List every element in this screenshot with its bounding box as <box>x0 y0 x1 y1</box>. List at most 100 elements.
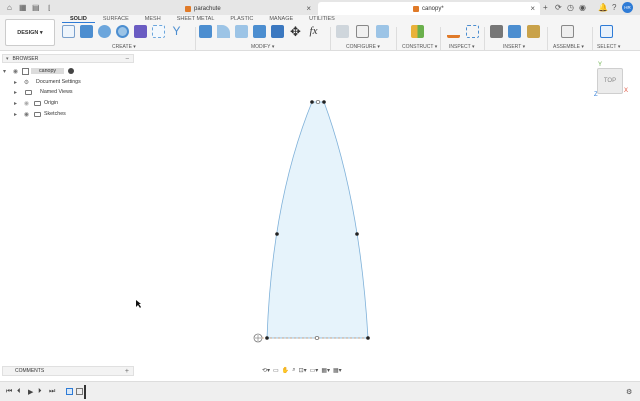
sketch-midpoint[interactable] <box>315 99 321 105</box>
tab-surface[interactable]: SURFACE <box>95 15 137 23</box>
sketch-point[interactable] <box>265 336 269 340</box>
move-icon[interactable]: ✥ <box>289 25 302 38</box>
chamfer-icon[interactable] <box>235 25 248 38</box>
chevron-right-icon[interactable]: ▸ <box>14 89 22 96</box>
revolve-icon[interactable] <box>98 25 111 38</box>
tab-manage[interactable]: MANAGE <box>261 15 301 23</box>
tree-item[interactable]: ▸ Named Views <box>14 87 73 97</box>
offset-plane-icon[interactable] <box>411 25 424 38</box>
tab-solid[interactable]: SOLID <box>62 15 95 23</box>
group-create[interactable]: CREATE ▾ <box>112 44 136 50</box>
group-assemble[interactable]: ASSEMBLE ▾ <box>553 44 584 50</box>
tab-plastic[interactable]: PLASTIC <box>222 15 261 23</box>
canopy-profile[interactable] <box>266 101 369 339</box>
shell-icon[interactable] <box>253 25 266 38</box>
configure-rules-icon[interactable] <box>376 25 389 38</box>
sketch-point[interactable] <box>322 100 326 104</box>
comments-panel[interactable]: COMMENTS + <box>2 366 134 376</box>
extrude-icon[interactable] <box>80 25 93 38</box>
chevron-right-icon[interactable]: ▸ <box>14 100 22 107</box>
tab-sheet-metal[interactable]: SHEET METAL <box>169 15 223 23</box>
form-icon[interactable]: Y <box>170 25 183 38</box>
origin-icon[interactable] <box>253 333 263 343</box>
tab-utilities[interactable]: UTILITIES <box>301 15 343 23</box>
chevron-down-icon[interactable]: ▾ <box>3 68 11 75</box>
tree-item[interactable]: ▸ ◉ Origin <box>14 98 58 108</box>
fillet-icon[interactable] <box>217 25 230 38</box>
section-analysis-icon[interactable] <box>466 25 479 38</box>
tab-parachute[interactable]: parachute × <box>50 2 316 15</box>
eye-icon[interactable]: ◉ <box>22 111 31 118</box>
step-forward-icon[interactable]: ⏵ <box>38 388 42 396</box>
combine-icon[interactable] <box>271 25 284 38</box>
tab-canopy[interactable]: canopy* × <box>318 2 540 15</box>
expand-icon[interactable]: ▾ <box>6 56 9 62</box>
chevron-right-icon[interactable]: ▸ <box>14 111 22 118</box>
look-at-icon[interactable]: ▭ <box>273 367 279 374</box>
zoom-icon[interactable]: ⌕ <box>292 367 295 374</box>
tree-item[interactable]: ▸ ⚙ Document Settings <box>14 77 81 87</box>
eye-icon[interactable]: ◉ <box>11 68 20 75</box>
select-icon[interactable] <box>600 25 613 38</box>
measure-icon[interactable] <box>447 25 460 38</box>
extensions-icon[interactable]: ⟳ <box>555 0 562 15</box>
grid-menu-icon[interactable]: ▦ <box>19 0 27 15</box>
group-select[interactable]: SELECT ▾ <box>597 44 620 50</box>
collapse-panel-icon[interactable]: – <box>126 56 129 62</box>
eye-hidden-icon[interactable]: ◉ <box>22 100 31 107</box>
active-radio-icon[interactable] <box>68 68 75 74</box>
timeline-feature-icon[interactable] <box>76 388 83 395</box>
gear-icon[interactable]: ⚙ <box>626 388 632 396</box>
browser-panel-header[interactable]: ▾ BROWSER – <box>2 54 134 63</box>
insert-derive-icon[interactable] <box>490 25 503 38</box>
fit-icon[interactable]: ⊡▾ <box>299 367 307 374</box>
viewcube[interactable]: TOP <box>597 68 623 94</box>
display-settings-icon[interactable]: ▭▾ <box>310 367 319 374</box>
chevron-right-icon[interactable]: ▸ <box>14 79 22 86</box>
tree-root[interactable]: ▾ ◉ canopy <box>3 66 75 76</box>
insert-canvas-icon[interactable] <box>508 25 521 38</box>
parameters-icon[interactable]: fx <box>307 25 320 38</box>
pan-icon[interactable]: ✋ <box>282 367 289 374</box>
grid-settings-icon[interactable]: ▦▾ <box>321 367 330 374</box>
sketch-midpoint[interactable] <box>314 335 320 341</box>
notifications-icon[interactable]: 🔔 <box>598 0 608 15</box>
group-configure[interactable]: CONFIGURE ▾ <box>346 44 380 50</box>
group-inspect[interactable]: INSPECT ▾ <box>449 44 475 50</box>
press-pull-icon[interactable] <box>199 25 212 38</box>
sketch-point[interactable] <box>355 232 359 236</box>
skip-start-icon[interactable]: ⏮ <box>6 388 12 396</box>
online-icon[interactable]: ◉ <box>579 0 586 15</box>
sketch-point[interactable] <box>275 232 279 236</box>
avatar[interactable]: HR <box>622 2 633 13</box>
tab-mesh[interactable]: MESH <box>137 15 169 23</box>
tree-item[interactable]: ▸ ◉ Sketches <box>14 109 66 119</box>
help-icon[interactable]: ? <box>612 0 616 15</box>
design-canvas[interactable] <box>0 51 640 381</box>
new-component-icon[interactable] <box>561 25 574 38</box>
play-icon[interactable]: ▶ <box>28 388 33 396</box>
create-sketch-icon[interactable] <box>62 25 75 38</box>
orbit-icon[interactable]: ⟲▾ <box>262 367 270 374</box>
sketch-point[interactable] <box>366 336 370 340</box>
close-icon[interactable]: × <box>530 2 535 15</box>
configure-icon[interactable] <box>336 25 349 38</box>
workspace-switcher[interactable]: DESIGN ▾ <box>5 19 55 46</box>
pattern-icon[interactable] <box>152 25 165 38</box>
timeline-marker[interactable] <box>84 385 86 399</box>
new-tab-icon[interactable]: + <box>543 0 548 15</box>
viewports-icon[interactable]: ▦▾ <box>333 367 342 374</box>
add-comment-icon[interactable]: + <box>125 368 129 375</box>
timeline-feature-icon[interactable] <box>66 388 73 395</box>
group-insert[interactable]: INSERT ▾ <box>503 44 525 50</box>
home-icon[interactable]: ⌂ <box>7 0 12 15</box>
file-menu-icon[interactable]: ▤ <box>32 0 40 15</box>
box-icon[interactable] <box>134 25 147 38</box>
hole-icon[interactable] <box>116 25 129 38</box>
step-back-icon[interactable]: ⏴ <box>17 388 21 396</box>
sketch-point[interactable] <box>310 100 314 104</box>
history-icon[interactable]: ◷ <box>567 0 574 15</box>
group-construct[interactable]: CONSTRUCT ▾ <box>402 44 437 50</box>
group-modify[interactable]: MODIFY ▾ <box>251 44 274 50</box>
insert-mcmaster-icon[interactable] <box>527 25 540 38</box>
